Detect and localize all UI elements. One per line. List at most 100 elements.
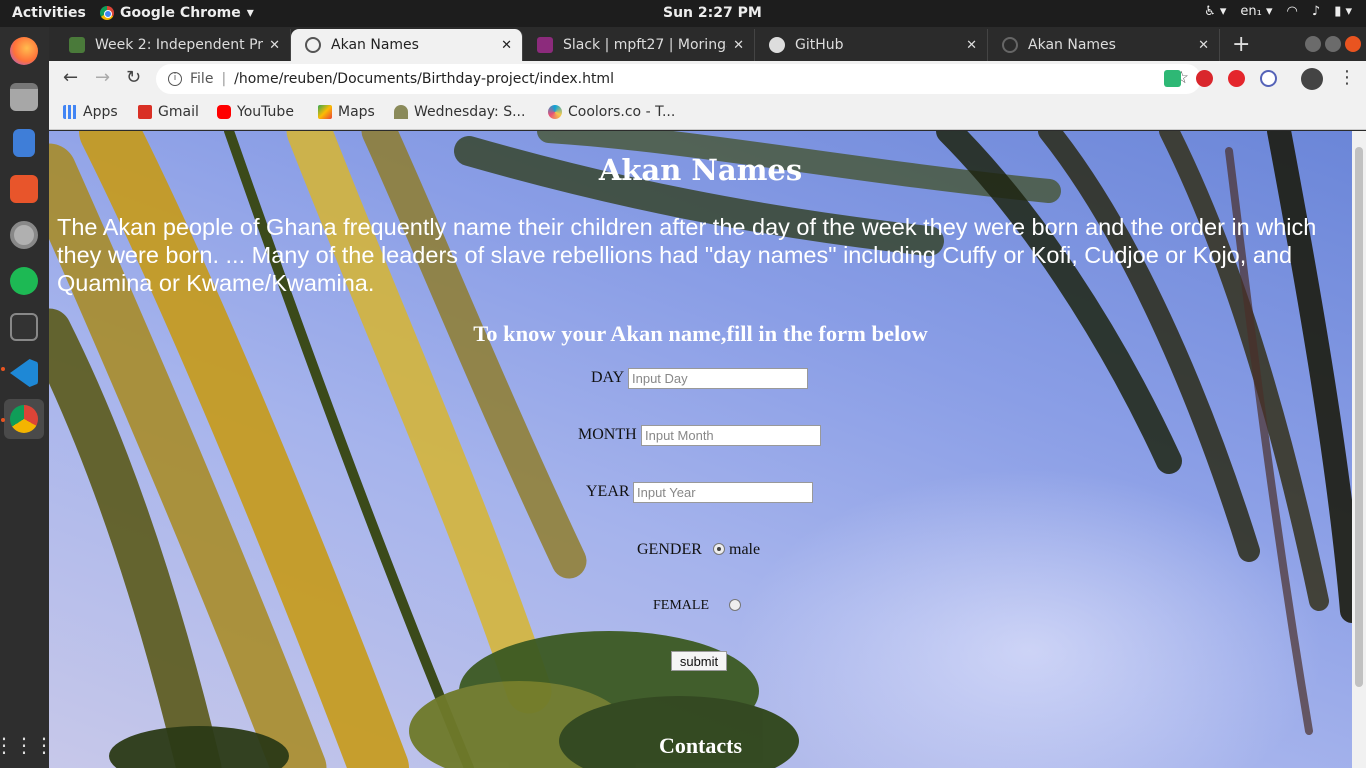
bookmark-maps[interactable]: Maps (318, 104, 375, 120)
shield-extension-icon[interactable] (1164, 70, 1181, 87)
close-icon[interactable]: ✕ (966, 38, 977, 53)
accessibility-icon[interactable]: ♿ ▾ (1204, 4, 1226, 19)
tab-5[interactable]: Akan Names ✕ (988, 29, 1220, 61)
scheme-label: File (190, 71, 214, 87)
page-scrollbar[interactable] (1352, 131, 1366, 768)
forward-arrow-icon[interactable]: → (95, 67, 110, 88)
blocker-extension-icon[interactable] (1260, 70, 1277, 87)
dock: ⋮⋮⋮ (0, 27, 54, 768)
close-window-button[interactable] (1345, 36, 1361, 52)
male-label: male (729, 541, 761, 558)
system-top-bar: Activities Google Chrome ▾ Sun 2:27 PM ♿… (0, 0, 1366, 27)
bookmark-gmail[interactable]: Gmail (138, 104, 199, 120)
chevron-down-icon: ▾ (246, 5, 254, 21)
avatar[interactable] (1301, 68, 1323, 90)
info-icon[interactable]: i (168, 72, 182, 86)
reload-icon[interactable]: ↻ (126, 67, 141, 88)
male-radio[interactable] (713, 543, 725, 555)
tab-title: Akan Names (331, 37, 419, 53)
software-store-icon[interactable] (4, 169, 44, 209)
settings-icon[interactable] (4, 215, 44, 255)
system-tray[interactable]: ♿ ▾ en₁ ▾ ◠ ♪ ▮ ▾ (1204, 4, 1352, 19)
close-icon[interactable]: ✕ (501, 38, 512, 53)
youtube-icon (217, 105, 231, 119)
scrollbar-thumb[interactable] (1355, 147, 1363, 687)
bookmark-label: Gmail (158, 104, 199, 120)
minimize-button[interactable] (1305, 36, 1321, 52)
bookmark-wednesday[interactable]: Wednesday: S... (394, 104, 525, 120)
globe-icon (1002, 37, 1018, 53)
terminal-icon[interactable] (4, 307, 44, 347)
tab-3[interactable]: Slack | mpft27 | Moringa ✕ (523, 29, 755, 61)
hand-extension-icon[interactable] (1228, 70, 1245, 87)
chrome-dock-icon[interactable] (4, 399, 44, 439)
bookmark-label: Wednesday: S... (414, 104, 526, 120)
tab-strip: Week 2: Independent Pro ✕ Akan Names ✕ S… (49, 27, 1366, 61)
bookmark-coolors[interactable]: Coolors.co - T... (548, 104, 675, 120)
back-arrow-icon[interactable]: ← (63, 67, 78, 88)
wifi-icon[interactable]: ◠ (1287, 4, 1298, 19)
bookmarks-bar: Apps Gmail YouTube Maps Wednesday: S... … (49, 97, 1366, 130)
show-apps-icon[interactable]: ⋮⋮⋮ (0, 725, 54, 765)
tab-1[interactable]: Week 2: Independent Pro ✕ (55, 29, 291, 61)
keyboard-label: en₁ (1240, 4, 1262, 19)
tab-title: Week 2: Independent Pro (95, 37, 264, 53)
app-menu[interactable]: Google Chrome ▾ (100, 5, 254, 21)
close-icon[interactable]: ✕ (269, 38, 280, 53)
submit-button[interactable]: submit (671, 651, 727, 671)
keyboard-layout[interactable]: en₁ ▾ (1240, 4, 1272, 19)
tab-2-active[interactable]: Akan Names ✕ (291, 29, 523, 61)
day-input[interactable] (628, 368, 808, 389)
bookmark-label: Coolors.co - T... (568, 104, 676, 120)
url-text: /home/reuben/Documents/Birthday-project/… (234, 71, 614, 87)
app-menu-label: Google Chrome (120, 5, 241, 21)
block-extension-icon[interactable] (1196, 70, 1213, 87)
chrome-icon (100, 6, 114, 20)
clock[interactable]: Sun 2:27 PM (663, 5, 762, 21)
page-title: Akan Names (598, 153, 803, 187)
year-label: YEAR (586, 483, 630, 500)
tab-title: Akan Names (1028, 37, 1116, 53)
new-tab-button[interactable]: + (1232, 32, 1250, 57)
slack-icon (537, 37, 553, 53)
tab-4[interactable]: GitHub ✕ (755, 29, 988, 61)
tab-title: GitHub (795, 37, 844, 53)
writer-icon[interactable] (4, 123, 44, 163)
firefox-icon[interactable] (4, 31, 44, 71)
bookmark-label: Apps (83, 104, 118, 120)
intro-paragraph: The Akan people of Ghana frequently name… (57, 214, 1317, 296)
close-icon[interactable]: ✕ (1198, 38, 1209, 53)
running-indicator (1, 367, 5, 371)
running-indicator (1, 418, 5, 422)
bookmark-label: YouTube (237, 104, 294, 120)
year-input[interactable] (633, 482, 813, 503)
gender-label: GENDER (637, 541, 702, 558)
form-heading: To know your Akan name,fill in the form … (473, 321, 928, 346)
moringa-icon (69, 37, 85, 53)
menu-kebab-icon[interactable]: ⋮ (1338, 67, 1356, 88)
volume-icon[interactable]: ♪ (1312, 4, 1320, 19)
bookmark-label: Maps (338, 104, 375, 120)
battery-icon[interactable]: ▮ ▾ (1334, 4, 1352, 19)
maximize-button[interactable] (1325, 36, 1341, 52)
vscode-icon[interactable] (4, 353, 44, 393)
files-icon[interactable] (4, 77, 44, 117)
globe-icon (305, 37, 321, 53)
female-radio[interactable] (729, 599, 741, 611)
maps-icon (318, 105, 332, 119)
month-input[interactable] (641, 425, 821, 446)
browser-toolbar: ← → ↻ i File | /home/reuben/Documents/Bi… (49, 61, 1366, 97)
female-label: FEMALE (653, 598, 709, 613)
page-viewport[interactable]: Akan Names The Akan people of Ghana freq… (49, 131, 1352, 768)
spotify-icon[interactable] (4, 261, 44, 301)
bookmark-apps[interactable]: Apps (63, 104, 118, 120)
contacts-heading: Contacts (658, 733, 743, 758)
close-icon[interactable]: ✕ (733, 38, 744, 53)
address-bar[interactable]: i File | /home/reuben/Documents/Birthday… (156, 64, 1201, 94)
palm-icon (394, 105, 408, 119)
bookmark-youtube[interactable]: YouTube (217, 104, 294, 120)
activities-button[interactable]: Activities (12, 5, 86, 21)
github-icon (769, 37, 785, 53)
day-label: DAY (591, 369, 625, 386)
separator: | (221, 71, 227, 87)
